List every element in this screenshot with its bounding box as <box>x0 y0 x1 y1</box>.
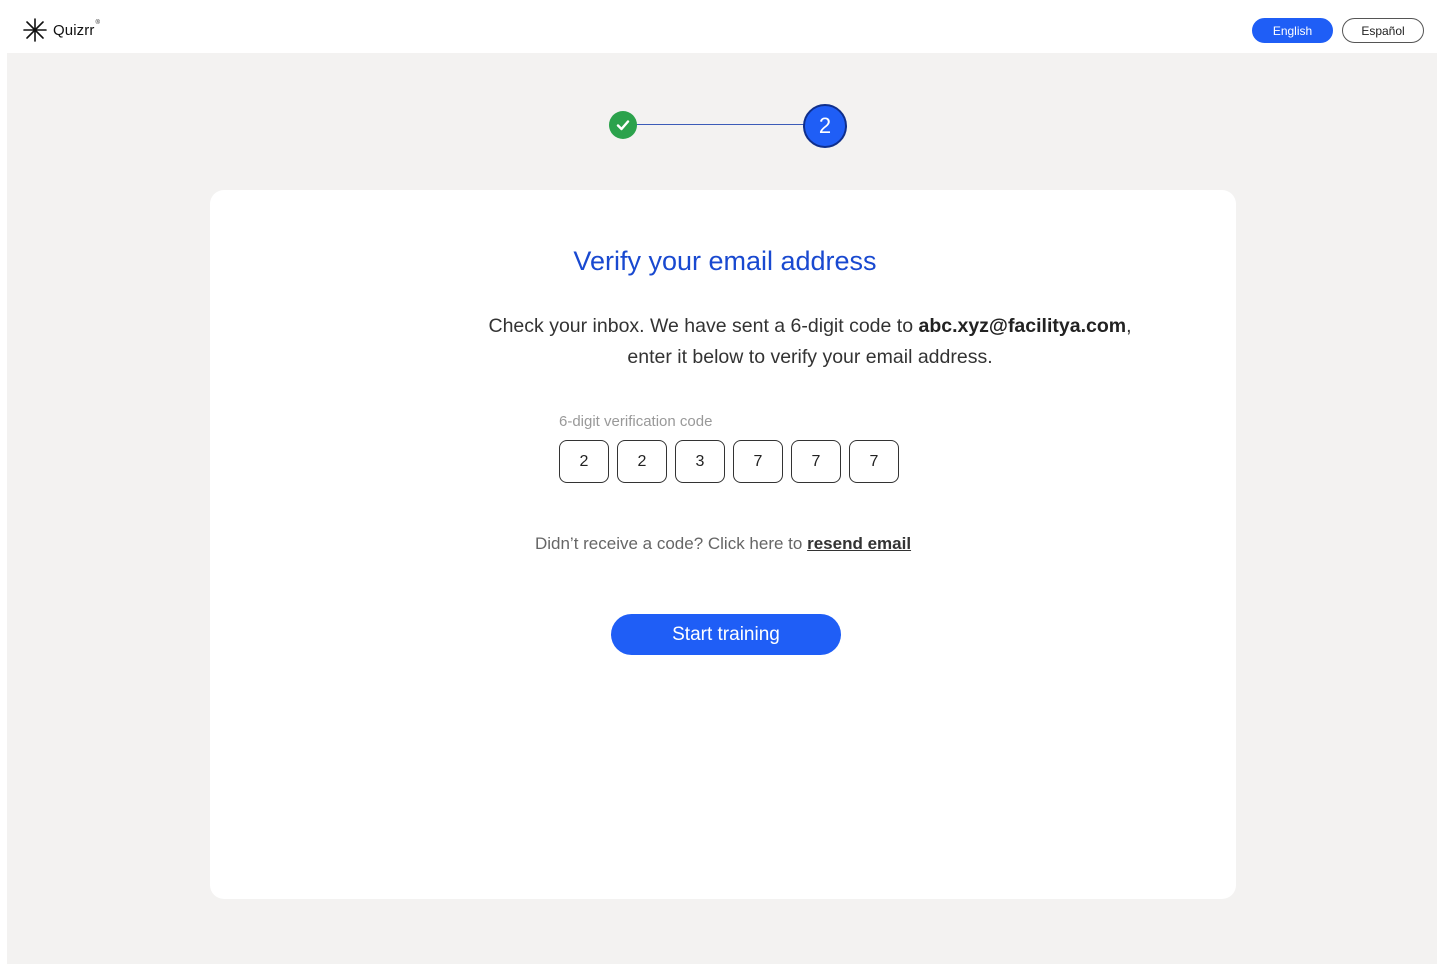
language-spanish-button[interactable]: Español <box>1342 18 1424 43</box>
code-digit-3[interactable]: 3 <box>675 440 725 483</box>
brand-logo[interactable]: Quizrr® <box>23 18 100 42</box>
instructions-text: Check your inbox. We have sent a 6-digit… <box>488 315 1132 368</box>
asterisk-logo-icon <box>23 18 47 42</box>
code-input-group: 2 2 3 7 7 7 <box>559 440 899 483</box>
resend-email-link[interactable]: resend email <box>807 534 911 553</box>
resend-prompt: Didn’t receive a code? Click here to res… <box>534 534 912 553</box>
top-bar: Quizrr® English Español <box>7 7 1437 53</box>
email-address: abc.xyz@facilitya.com <box>918 315 1127 337</box>
page-title: Verify your email address <box>573 246 877 276</box>
code-label: 6-digit verification code <box>559 413 713 430</box>
code-digit-6[interactable]: 7 <box>849 440 899 483</box>
code-digit-5[interactable]: 7 <box>791 440 841 483</box>
code-digit-2[interactable]: 2 <box>617 440 667 483</box>
code-digit-1[interactable]: 2 <box>559 440 609 483</box>
start-training-button[interactable]: Start training <box>611 614 841 655</box>
code-digit-4[interactable]: 7 <box>733 440 783 483</box>
verification-card: Verify your email address Check your inb… <box>210 190 1236 899</box>
brand-name: Quizrr® <box>53 19 100 39</box>
language-english-button[interactable]: English <box>1252 18 1333 43</box>
